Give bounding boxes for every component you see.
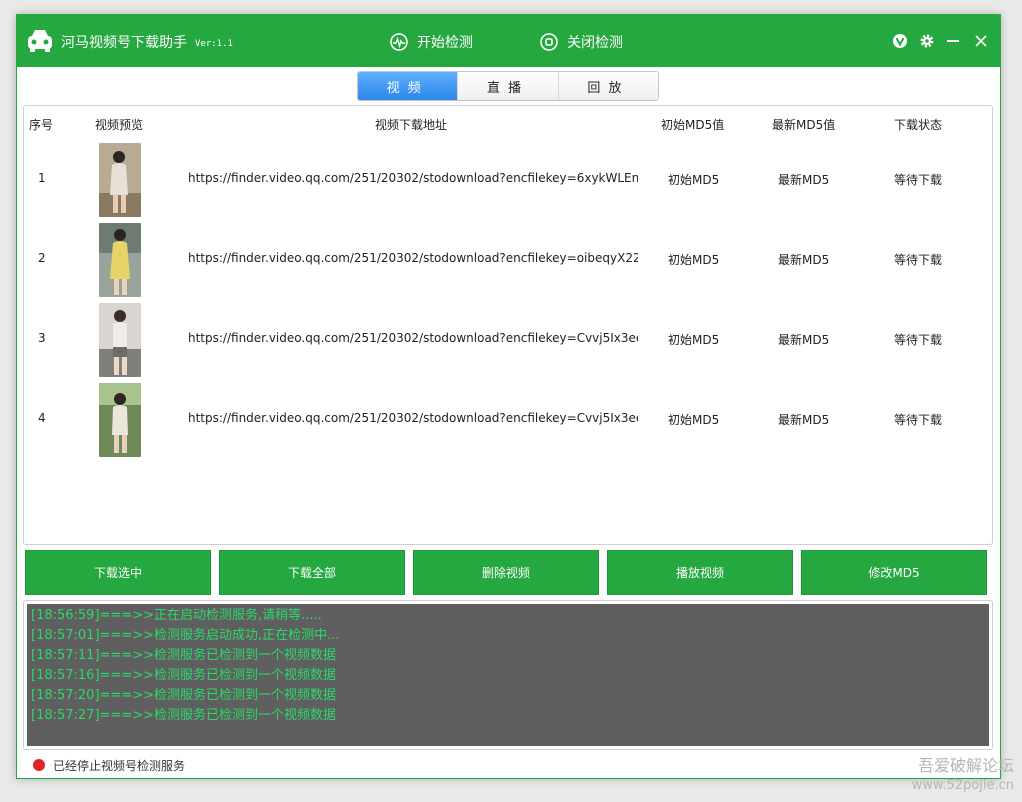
- stop-detect-button[interactable]: 关闭检测: [539, 31, 623, 53]
- modify-md5-button[interactable]: 修改MD5: [801, 550, 987, 595]
- row-md5-latest: 最新MD5: [778, 253, 830, 267]
- tab-live[interactable]: 直播: [458, 72, 559, 100]
- status-text: 已经停止视频号检测服务: [53, 758, 186, 773]
- row-status: 等待下载: [894, 253, 943, 267]
- row-index: 4: [38, 411, 46, 425]
- table-row[interactable]: 4 https://finder.video.qq.com/251/20302/…: [24, 380, 992, 460]
- row-md5-initial: 初始MD5: [668, 253, 720, 267]
- stop-circle-icon: [540, 33, 558, 51]
- row-status: 等待下载: [894, 333, 943, 347]
- header-index: 序号: [29, 118, 54, 132]
- settings-button[interactable]: [917, 31, 937, 51]
- row-md5-initial: 初始MD5: [668, 173, 720, 187]
- log-output[interactable]: [18:56:59]===>>正在启动检测服务,请稍等..... [18:57:…: [27, 604, 989, 746]
- table-row[interactable]: 3 https://finder.video.qq.com/251/20302/…: [24, 300, 992, 380]
- vip-icon: [893, 34, 907, 48]
- table-row[interactable]: 1 https://finder.video.qq.com/251/20302/…: [24, 140, 992, 220]
- app-window: 河马视频号下载助手 Ver:1.1 开始检测 关闭检测 视频 直播 回放 序号 …: [16, 14, 1001, 779]
- table-row[interactable]: 2 https://finder.video.qq.com/251/20302/…: [24, 220, 992, 300]
- header-md5-latest: 最新MD5值: [772, 118, 836, 132]
- video-thumbnail[interactable]: [99, 303, 141, 377]
- log-line: [18:57:11]===>>检测服务已检测到一个视频数据: [31, 648, 336, 663]
- log-panel[interactable]: [18:56:59]===>>正在启动检测服务,请稍等..... [18:57:…: [23, 600, 993, 750]
- start-detect-button[interactable]: 开始检测: [389, 31, 473, 53]
- row-md5-latest: 最新MD5: [778, 173, 830, 187]
- monitor-pulse-icon: [390, 33, 408, 51]
- close-button[interactable]: [971, 31, 991, 51]
- row-url: https://finder.video.qq.com/251/20302/st…: [188, 331, 638, 345]
- log-line: [18:57:01]===>>检测服务启动成功,正在检测中...: [31, 628, 340, 643]
- car-logo-icon: [28, 30, 52, 52]
- tab-video[interactable]: 视频: [358, 72, 459, 100]
- header-status: 下载状态: [894, 118, 943, 132]
- video-thumbnail[interactable]: [99, 383, 141, 457]
- app-title: 河马视频号下载助手: [61, 35, 187, 51]
- row-md5-initial: 初始MD5: [668, 413, 720, 427]
- close-icon: [975, 35, 987, 47]
- row-index: 1: [38, 171, 46, 185]
- video-thumbnail[interactable]: [99, 143, 141, 217]
- header-url: 视频下载地址: [375, 118, 448, 132]
- log-line: [18:57:16]===>>检测服务已检测到一个视频数据: [31, 668, 336, 683]
- row-index: 2: [38, 251, 46, 265]
- status-bar: 已经停止视频号检测服务: [33, 756, 185, 774]
- minimize-button[interactable]: [943, 31, 963, 51]
- video-thumbnail[interactable]: [99, 223, 141, 297]
- log-line: [18:57:27]===>>检测服务已检测到一个视频数据: [31, 708, 336, 723]
- app-version: Ver:1.1: [195, 39, 233, 49]
- vip-button[interactable]: [890, 31, 910, 51]
- row-md5-latest: 最新MD5: [778, 333, 830, 347]
- header-md5-initial: 初始MD5值: [661, 118, 725, 132]
- table-header: 序号 视频预览 视频下载地址 初始MD5值 最新MD5值 下载状态: [24, 106, 992, 140]
- video-table: 序号 视频预览 视频下载地址 初始MD5值 最新MD5值 下载状态 1 http…: [23, 105, 993, 545]
- row-status: 等待下载: [894, 173, 943, 187]
- tab-bar: 视频 直播 回放: [357, 71, 659, 101]
- row-index: 3: [38, 331, 46, 345]
- title-bar[interactable]: 河马视频号下载助手 Ver:1.1 开始检测 关闭检测: [17, 15, 1000, 67]
- minimize-icon: [947, 40, 959, 42]
- watermark: 吾爱破解论坛 www.52pojie.cn: [912, 756, 1014, 796]
- start-detect-label: 开始检测: [417, 35, 473, 51]
- watermark-url: www.52pojie.cn: [911, 778, 1014, 793]
- row-url: https://finder.video.qq.com/251/20302/st…: [188, 251, 638, 265]
- status-dot-icon: [33, 759, 45, 771]
- log-line: [18:57:20]===>>检测服务已检测到一个视频数据: [31, 688, 336, 703]
- download-selected-button[interactable]: 下载选中: [25, 550, 211, 595]
- delete-video-button[interactable]: 删除视频: [413, 550, 599, 595]
- watermark-title: 吾爱破解论坛: [917, 756, 1014, 775]
- header-preview: 视频预览: [95, 118, 144, 132]
- stop-detect-label: 关闭检测: [567, 35, 623, 51]
- log-line: [18:56:59]===>>正在启动检测服务,请稍等.....: [31, 608, 322, 623]
- gear-icon: [920, 34, 934, 48]
- row-url: https://finder.video.qq.com/251/20302/st…: [188, 171, 638, 185]
- row-md5-initial: 初始MD5: [668, 333, 720, 347]
- row-status: 等待下载: [894, 413, 943, 427]
- tab-replay[interactable]: 回放: [558, 72, 658, 100]
- play-video-button[interactable]: 播放视频: [607, 550, 793, 595]
- row-url: https://finder.video.qq.com/251/20302/st…: [188, 411, 638, 425]
- row-md5-latest: 最新MD5: [778, 413, 830, 427]
- download-all-button[interactable]: 下载全部: [219, 550, 405, 595]
